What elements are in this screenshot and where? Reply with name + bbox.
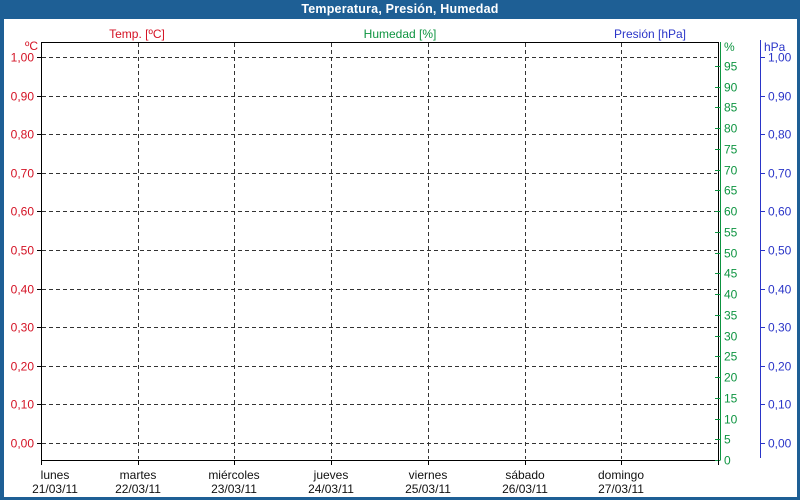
- app-window: Temperatura, Presión, Humedad Temp. [ºC]…: [0, 0, 800, 500]
- humidity-axis-tick-label: 15: [724, 392, 738, 406]
- humidity-axis-tick-label: 35: [724, 309, 738, 323]
- x-axis-day-name: sábado: [505, 468, 545, 482]
- x-axis-day-date: 27/03/11: [598, 482, 644, 496]
- temp-axis-tick-label: 0,40: [11, 283, 35, 297]
- x-axis-day-date: 22/03/11: [115, 482, 161, 496]
- temp-axis-tick-label: 0,00: [11, 437, 35, 451]
- humidity-axis-tick-label: 95: [724, 60, 738, 74]
- humidity-axis-tick-label: 40: [724, 288, 738, 302]
- temp-axis-tick-label: 0,80: [11, 128, 35, 142]
- temp-axis-tick-label: 0,90: [11, 90, 35, 104]
- temp-axis-tick-label: 0,10: [11, 398, 35, 412]
- x-axis-day-date: 24/03/11: [308, 482, 354, 496]
- plot-area: [41, 42, 719, 461]
- humidity-axis-tick-label: 45: [724, 267, 738, 281]
- x-axis-day-name: jueves: [313, 468, 349, 482]
- humidity-axis-tick-label: 20: [724, 371, 738, 385]
- humidity-axis-tick-label: 55: [724, 226, 738, 240]
- temp-axis-tick-label: 0,70: [11, 167, 35, 181]
- humidity-axis-tick-label: 25: [724, 350, 738, 364]
- humidity-axis-tick-label: 10: [724, 413, 738, 427]
- x-axis-day-name: martes: [120, 468, 157, 482]
- x-axis-day-name: lunes: [41, 468, 70, 482]
- humidity-axis-tick-label: 0: [724, 454, 731, 468]
- humidity-axis-tick-label: 60: [724, 205, 738, 219]
- humidity-axis-unit-label: %: [724, 40, 735, 54]
- x-axis-day-date: 26/03/11: [502, 482, 548, 496]
- pressure-axis-tick-label: 0,00: [768, 437, 792, 451]
- pressure-axis-tick-label: 0,30: [768, 321, 792, 335]
- humidity-axis-tick-label: 50: [724, 247, 738, 261]
- x-axis-day-name: domingo: [598, 468, 644, 482]
- x-axis-day-date: 23/03/11: [211, 482, 257, 496]
- pressure-axis-tick-label: 0,40: [768, 283, 792, 297]
- chart-plot: 1,00 1,000,90 0,900,80 0,800,70 0,700,60 0,60…: [11, 39, 792, 496]
- x-axis-day-date: 21/03/11: [32, 482, 78, 496]
- humidity-axis-tick-label: 5: [724, 433, 731, 447]
- x-axis-day-name: miércoles: [208, 468, 259, 482]
- pressure-axis-tick-label: 0,10: [768, 398, 792, 412]
- temp-axis-tick-label: 0,60: [11, 205, 35, 219]
- humidity-axis-tick-label: 30: [724, 330, 738, 344]
- humidity-axis-tick-label: 90: [724, 81, 738, 95]
- temp-axis-tick-label: 0,20: [11, 360, 35, 374]
- temp-axis-tick-label: 0,30: [11, 321, 35, 335]
- pressure-axis-tick-label: 0,20: [768, 360, 792, 374]
- pressure-axis-tick-label: 0,80: [768, 128, 792, 142]
- pressure-axis-tick-label: 0,90: [768, 90, 792, 104]
- temp-axis-unit-label: ºC: [25, 39, 38, 53]
- humidity-axis-tick-label: 65: [724, 184, 738, 198]
- x-axis-day-name: viernes: [409, 468, 448, 482]
- humidity-axis-tick-label: 75: [724, 143, 738, 157]
- x-axis-day-date: 25/03/11: [405, 482, 451, 496]
- humidity-axis-tick-label: 85: [724, 101, 738, 115]
- pressure-axis-tick-label: 0,70: [768, 167, 792, 181]
- pressure-axis-unit-label: hPa: [764, 40, 786, 54]
- humidity-axis-tick-label: 80: [724, 122, 738, 136]
- temp-axis-tick-label: 0,50: [11, 244, 35, 258]
- humidity-axis-tick-label: 70: [724, 164, 738, 178]
- pressure-axis-tick-label: 0,60: [768, 205, 792, 219]
- pressure-axis-tick-label: 0,50: [768, 244, 792, 258]
